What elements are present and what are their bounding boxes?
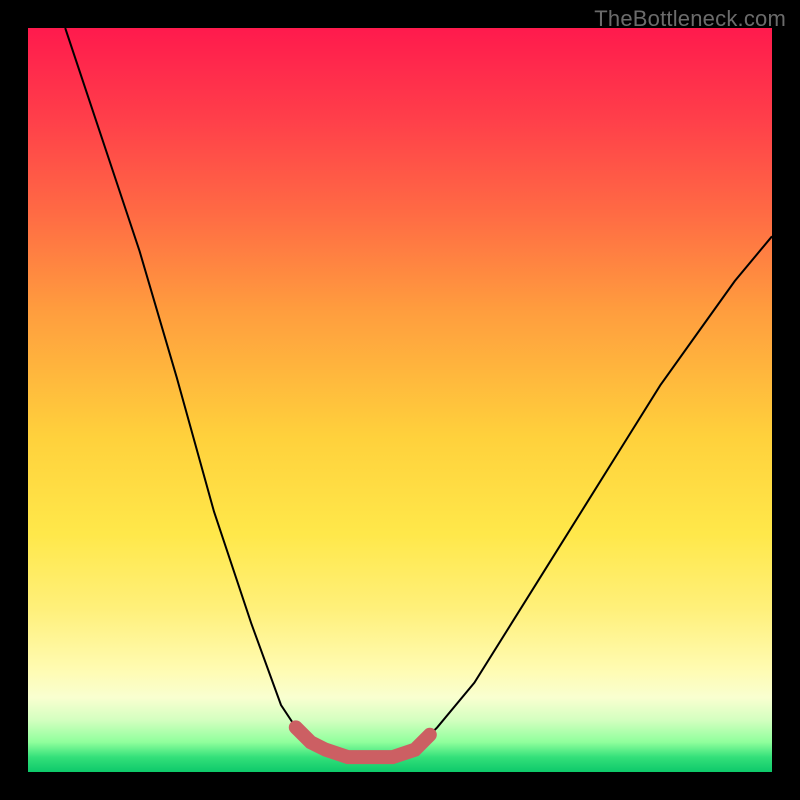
curve-right-branch xyxy=(326,236,772,757)
curve-highlight xyxy=(296,727,430,757)
curve-left-branch xyxy=(65,28,415,757)
bottleneck-curve xyxy=(28,28,772,772)
